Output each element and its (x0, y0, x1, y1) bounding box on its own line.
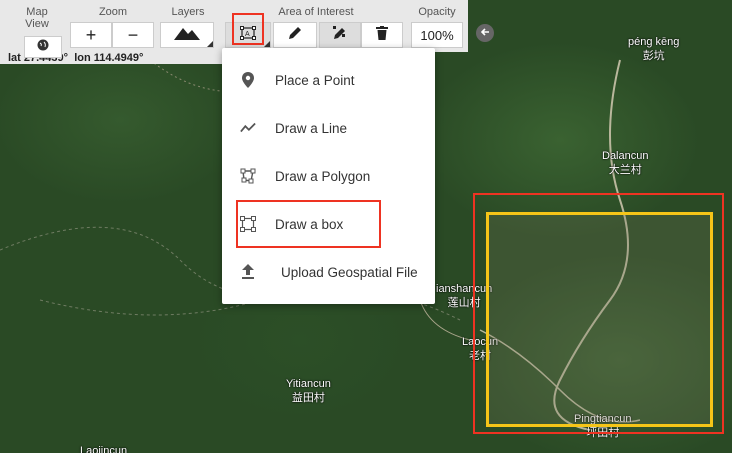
dropdown-corner-icon (264, 41, 270, 47)
pencil-icon (288, 26, 302, 45)
edit-vertices-button[interactable] (319, 22, 361, 48)
opacity-label: Opacity (418, 6, 456, 18)
menu-item-draw-line[interactable]: Draw a Line (222, 104, 435, 152)
edit-aoi-button[interactable] (273, 22, 317, 48)
polygon-icon (240, 168, 256, 184)
zoom-out-button[interactable]: − (112, 22, 154, 48)
place-label: Laojincun (80, 445, 128, 453)
opacity-value[interactable]: 100% (411, 22, 463, 48)
menu-item-label: Draw a Polygon (275, 168, 371, 184)
highlight-outline (473, 193, 724, 434)
aoi-draw-menu: Place a Point Draw a Line Draw a Polygon… (222, 48, 435, 304)
collapse-toolbar-button[interactable] (476, 24, 494, 42)
map-view-button[interactable] (24, 36, 62, 58)
map-pin-icon (240, 72, 256, 88)
place-label: péng kēng 彭坑 (628, 36, 680, 62)
globe-icon (37, 38, 49, 56)
highlight-outline (232, 13, 264, 45)
highlight-outline (236, 200, 381, 248)
arrow-left-icon (480, 24, 490, 42)
menu-item-draw-polygon[interactable]: Draw a Polygon (222, 152, 435, 200)
line-chart-icon (240, 120, 256, 136)
mountain-icon (174, 26, 200, 45)
layers-label: Layers (171, 6, 205, 18)
edit-vertices-icon (332, 25, 348, 46)
place-label: Dalancun 大兰村 (602, 150, 649, 176)
layers-button[interactable] (160, 22, 214, 48)
menu-item-label: Place a Point (275, 72, 355, 88)
menu-item-label: Upload Geospatial File (281, 264, 418, 280)
place-label: Yitiancun 益田村 (286, 378, 331, 404)
delete-aoi-button[interactable] (361, 22, 403, 48)
menu-item-place-point[interactable]: Place a Point (222, 56, 435, 104)
zoom-label: Zoom (98, 6, 128, 18)
menu-item-upload-file[interactable]: Upload Geospatial File (222, 248, 435, 296)
trash-icon (376, 25, 388, 45)
upload-icon (240, 264, 256, 280)
zoom-in-button[interactable]: + (70, 22, 112, 48)
menu-item-label: Draw a Line (275, 120, 348, 136)
map-view-label: Map View (25, 6, 49, 30)
dropdown-corner-icon (207, 41, 213, 47)
